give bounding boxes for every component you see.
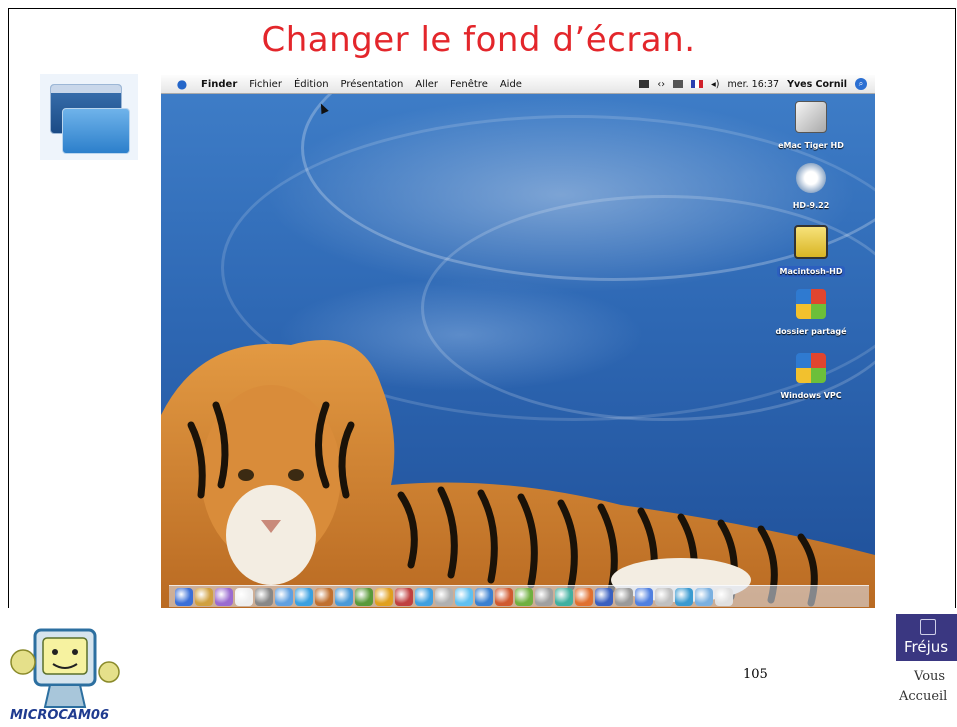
dock-app-icon[interactable] — [335, 587, 353, 606]
desktop-icon-label: Macintosh-HD — [776, 266, 846, 277]
dock-app-icon[interactable] — [435, 587, 453, 606]
dock-app-icon[interactable] — [195, 587, 213, 606]
dock-app-icon[interactable] — [635, 587, 653, 606]
apple-icon[interactable]: ● — [175, 78, 189, 90]
dock-app-icon[interactable] — [235, 587, 253, 606]
dock-app-icon[interactable] — [315, 587, 333, 606]
volume-icon[interactable]: ◂) — [711, 79, 719, 90]
windows-folder-icon — [796, 289, 826, 319]
dock-app-icon[interactable] — [615, 587, 633, 606]
dock-app-icon[interactable] — [395, 587, 413, 606]
slide-title: Changer le fond d’écran. — [261, 20, 696, 60]
dock-app-icon[interactable] — [175, 587, 193, 606]
hard-drive-icon — [795, 101, 827, 133]
tiger-wallpaper-image — [161, 340, 875, 608]
menu-fenetre[interactable]: Fenêtre — [450, 79, 488, 90]
mac-desktop-screenshot: ● Finder Fichier Édition Présentation Al… — [161, 75, 875, 608]
keyboard-arrows-icon[interactable]: ‹› — [657, 79, 665, 90]
menu-bar: ● Finder Fichier Édition Présentation Al… — [161, 75, 875, 94]
dock-app-icon[interactable] — [355, 587, 373, 606]
desktop-icon-hd-922[interactable]: HD-9.22 — [761, 163, 861, 212]
menu-clock[interactable]: mer. 16:37 — [728, 79, 780, 90]
spotlight-icon[interactable]: ⌕ — [855, 78, 867, 90]
dock-app-icon[interactable] — [255, 587, 273, 606]
french-flag-icon[interactable] — [691, 80, 704, 88]
menu-finder[interactable]: Finder — [201, 79, 237, 90]
desktop-icon-emac-tiger-hd[interactable]: eMac Tiger HD — [761, 101, 861, 152]
frejus-badge: Fréjus — [896, 614, 957, 661]
dock-app-icon[interactable] — [675, 587, 693, 606]
dock-app-icon[interactable] — [695, 587, 713, 606]
dock-app-icon[interactable] — [295, 587, 313, 606]
frejus-emblem-icon — [920, 619, 936, 635]
frejus-name: Fréjus — [904, 638, 949, 656]
menu-aide[interactable]: Aide — [500, 79, 522, 90]
menu-presentation[interactable]: Présentation — [341, 79, 404, 90]
network-drive-icon — [796, 163, 826, 193]
display-preferences-icon — [40, 74, 138, 160]
dock-app-icon[interactable] — [575, 587, 593, 606]
desktop-icon-macintosh-hd[interactable]: Macintosh-HD — [761, 225, 861, 278]
frejus-tagline-2: Accueil — [899, 689, 948, 704]
dock-app-icon[interactable] — [515, 587, 533, 606]
dock-app-icon[interactable] — [415, 587, 433, 606]
microcam06-logo-text: MICROCAM06 — [10, 708, 110, 723]
menu-fichier[interactable]: Fichier — [249, 79, 282, 90]
hard-drive-icon — [794, 225, 828, 259]
dock — [169, 585, 869, 607]
desktop-icon-label: eMac Tiger HD — [778, 141, 844, 150]
display-icon[interactable] — [673, 80, 684, 88]
dock-app-icon[interactable] — [275, 587, 293, 606]
menu-aller[interactable]: Aller — [415, 79, 438, 90]
desktop-icon-label: HD-9.22 — [792, 201, 830, 210]
page-number: 105 — [743, 667, 768, 682]
dock-app-icon[interactable] — [215, 587, 233, 606]
dock-app-icon[interactable] — [595, 587, 613, 606]
dock-app-icon[interactable] — [455, 587, 473, 606]
battery-icon[interactable] — [639, 80, 650, 88]
dock-app-icon[interactable] — [535, 587, 553, 606]
menu-user[interactable]: Yves Cornil — [787, 79, 847, 90]
menu-edition[interactable]: Édition — [294, 79, 329, 90]
dock-app-icon[interactable] — [375, 587, 393, 606]
dock-app-icon[interactable] — [655, 587, 673, 606]
dock-app-icon[interactable] — [715, 587, 733, 606]
dock-app-icon[interactable] — [495, 587, 513, 606]
dock-app-icon[interactable] — [475, 587, 493, 606]
dock-app-icon[interactable] — [555, 587, 573, 606]
frejus-logo: Fréjus Vous Accueil — [896, 614, 957, 727]
frejus-tagline-1: Vous — [914, 669, 946, 684]
